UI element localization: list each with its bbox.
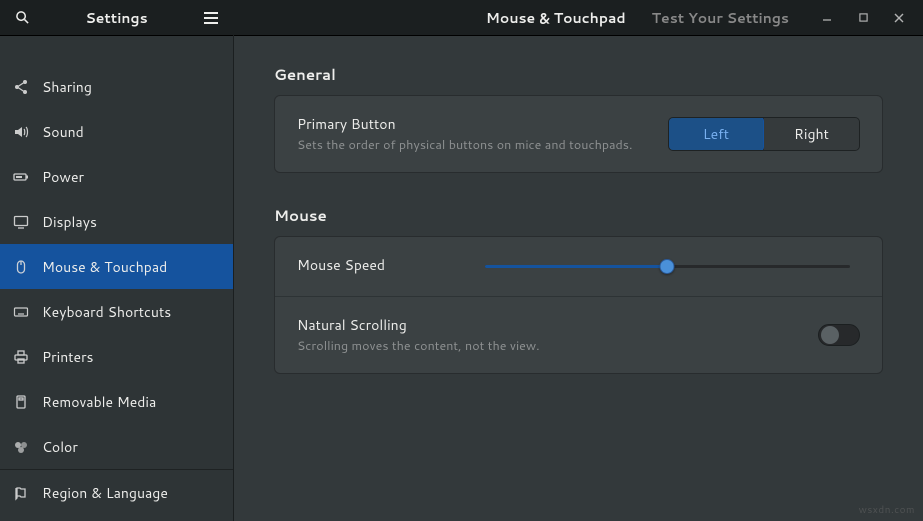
minimize-button[interactable] — [809, 4, 845, 32]
sidebar-item-label: Sound — [42, 122, 84, 142]
sidebar-item-printers[interactable]: Printers — [0, 334, 233, 379]
sidebar-item-label: Removable Media — [42, 392, 156, 412]
sidebar-item-mouse-touchpad[interactable]: Mouse & Touchpad — [0, 244, 233, 289]
menu-button[interactable] — [197, 11, 225, 25]
main: Mouse & Touchpad Test Your Settings — [234, 0, 923, 521]
share-icon — [12, 79, 30, 95]
keyboard-icon — [12, 304, 30, 320]
media-icon — [12, 394, 30, 410]
row-natural-scrolling: Natural Scrolling Scrolling moves the co… — [275, 297, 882, 373]
sidebar-item-label: Sharing — [42, 77, 92, 97]
sidebar-item-label: Color — [42, 437, 78, 457]
sound-icon — [12, 124, 30, 140]
primary-button-right[interactable]: Right — [763, 118, 859, 150]
primary-button-segmented: Left Right — [668, 117, 860, 151]
section-mouse-label: Mouse — [274, 205, 883, 226]
main-header: Mouse & Touchpad Test Your Settings — [234, 0, 923, 36]
search-button[interactable] — [8, 10, 36, 25]
sidebar-header: Settings — [0, 0, 233, 36]
sidebar-item-label: Printers — [42, 347, 94, 367]
sidebar-item-sound[interactable]: Sound — [0, 109, 233, 154]
close-button[interactable] — [881, 4, 917, 32]
power-icon — [12, 169, 30, 185]
sidebar-item-removable-media[interactable]: Removable Media — [0, 379, 233, 424]
content: General Primary Button Sets the order of… — [234, 36, 923, 521]
mouse-speed-slider[interactable] — [485, 256, 850, 276]
minimize-icon — [822, 13, 832, 23]
sidebar-item-label: Region & Language — [42, 483, 168, 503]
sidebar-title: Settings — [36, 8, 197, 28]
slider-thumb[interactable] — [660, 259, 675, 274]
page-title: Mouse & Touchpad — [486, 8, 626, 28]
sidebar: Settings Sharing Sound Power Displays Mouse … — [0, 0, 234, 521]
sidebar-item-region-language[interactable]: Region & Language — [0, 470, 233, 515]
switch-knob — [821, 326, 839, 344]
maximize-icon — [859, 13, 868, 22]
natural-scrolling-switch[interactable] — [818, 324, 860, 346]
natural-scrolling-sub: Scrolling moves the content, not the vie… — [297, 338, 798, 355]
sidebar-item-label: Power — [42, 167, 84, 187]
printers-icon — [12, 349, 30, 365]
test-settings-button[interactable]: Test Your Settings — [644, 4, 797, 32]
row-primary-button: Primary Button Sets the order of physica… — [275, 96, 882, 172]
sidebar-item-label: Keyboard Shortcuts — [42, 302, 171, 322]
panel-general: Primary Button Sets the order of physica… — [274, 95, 883, 173]
color-icon — [12, 439, 30, 455]
natural-scrolling-title: Natural Scrolling — [297, 315, 798, 335]
sidebar-item-displays[interactable]: Displays — [0, 199, 233, 244]
sidebar-list: Sharing Sound Power Displays Mouse & Touchpa… — [0, 36, 233, 521]
primary-button-title: Primary Button — [297, 114, 648, 134]
window-controls — [809, 4, 917, 32]
sidebar-item-keyboard-shortcuts[interactable]: Keyboard Shortcuts — [0, 289, 233, 334]
region-icon — [12, 485, 30, 501]
sidebar-item-sharing[interactable]: Sharing — [0, 64, 233, 109]
sidebar-item-label: Mouse & Touchpad — [42, 257, 167, 277]
watermark: wsxdn.com — [859, 503, 915, 517]
displays-icon — [12, 214, 30, 230]
menu-icon — [204, 11, 218, 25]
row-mouse-speed: Mouse Speed — [275, 237, 882, 297]
sidebar-item-label: Displays — [42, 212, 97, 232]
close-icon — [894, 13, 904, 23]
panel-mouse: Mouse Speed Natural Scrolling Scrolling … — [274, 236, 883, 374]
primary-button-left[interactable]: Left — [668, 117, 764, 151]
search-icon — [15, 10, 30, 25]
sidebar-item-power[interactable]: Power — [0, 154, 233, 199]
sidebar-item-universal-access[interactable]: Universal Access — [0, 515, 233, 521]
mouse-speed-title: Mouse Speed — [297, 255, 465, 275]
mouse-icon — [12, 259, 30, 275]
section-general-label: General — [274, 64, 883, 85]
sidebar-item-color[interactable]: Color — [0, 424, 233, 469]
primary-button-sub: Sets the order of physical buttons on mi… — [297, 137, 648, 154]
maximize-button[interactable] — [845, 4, 881, 32]
